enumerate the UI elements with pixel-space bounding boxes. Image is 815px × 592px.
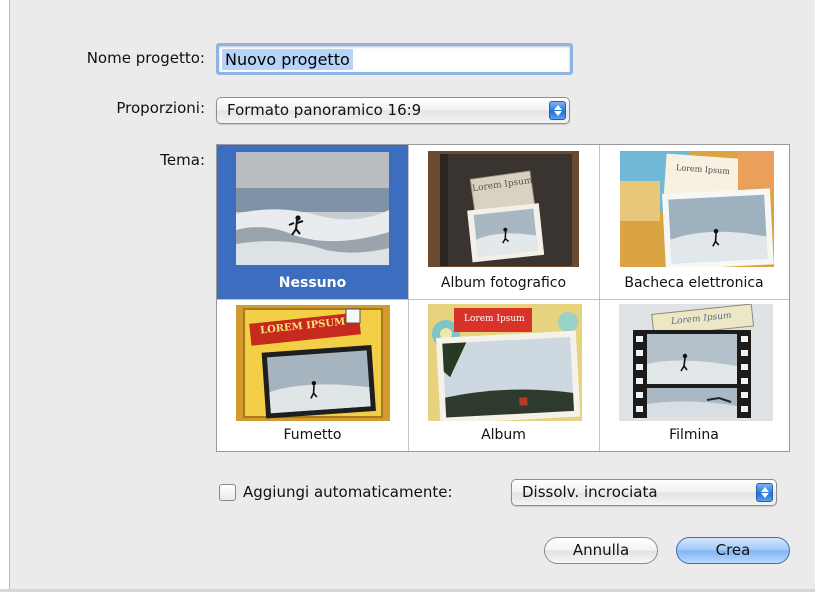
theme-name: Album	[481, 427, 526, 443]
aspect-ratio-value: Formato panoramico 16:9	[227, 101, 422, 119]
theme-cell-filmina[interactable]: Lorem Ipsum Filmina	[599, 299, 789, 451]
theme-name: Fumetto	[283, 427, 342, 443]
album-caption: Lorem Ipsum	[464, 314, 525, 324]
theme-cell-bacheca-elettronica[interactable]: Lorem Ipsum Bacheca elettronica	[599, 145, 789, 299]
theme-name: Nessuno	[278, 275, 347, 291]
photo-album-thumbnail: Lorem Ipsum	[428, 151, 579, 267]
grid-divider	[217, 299, 789, 300]
project-name-value: Nuovo progetto	[222, 49, 353, 70]
bulletin-board-thumbnail: Lorem Ipsum	[620, 151, 774, 267]
cancel-button[interactable]: Annulla	[544, 537, 658, 564]
window-left-edge	[0, 0, 10, 592]
theme-cell-album-fotografico[interactable]: Lorem Ipsum Album fotografico	[408, 145, 599, 299]
theme-name: Filmina	[669, 427, 719, 443]
auto-add-checkbox[interactable]	[219, 484, 236, 501]
project-name-label: Nome progetto:	[86, 49, 205, 67]
project-name-field[interactable]: Nuovo progetto	[216, 43, 573, 75]
filmstrip-thumbnail: Lorem Ipsum	[619, 304, 773, 421]
transition-popup[interactable]: Dissolv. incrociata	[511, 479, 777, 506]
transition-value: Dissolv. incrociata	[522, 483, 658, 501]
theme-cell-fumetto[interactable]: LOREM IPSUM Fumetto	[217, 299, 408, 451]
auto-add-label: Aggiungi automaticamente:	[243, 483, 453, 501]
surf-photo-thumbnail	[236, 152, 389, 265]
create-button[interactable]: Crea	[676, 537, 790, 564]
theme-grid: Nessuno Lorem Ipsum Album fotografico Lo…	[216, 144, 790, 452]
theme-cell-album[interactable]: Lorem Ipsum Album	[408, 299, 599, 451]
popup-arrows-icon	[549, 101, 566, 120]
theme-cell-nessuno[interactable]: Nessuno	[217, 145, 408, 299]
grid-divider	[408, 145, 409, 451]
album-thumbnail: Lorem Ipsum	[428, 304, 582, 421]
theme-name: Bacheca elettronica	[624, 275, 764, 291]
comic-thumbnail: LOREM IPSUM	[236, 305, 390, 421]
aspect-ratio-popup[interactable]: Formato panoramico 16:9	[216, 97, 570, 124]
popup-arrows-icon	[756, 483, 773, 502]
aspect-ratio-label: Proporzioni:	[116, 99, 205, 117]
theme-label: Tema:	[160, 151, 205, 169]
theme-name: Album fotografico	[440, 275, 567, 291]
grid-divider	[599, 145, 600, 451]
